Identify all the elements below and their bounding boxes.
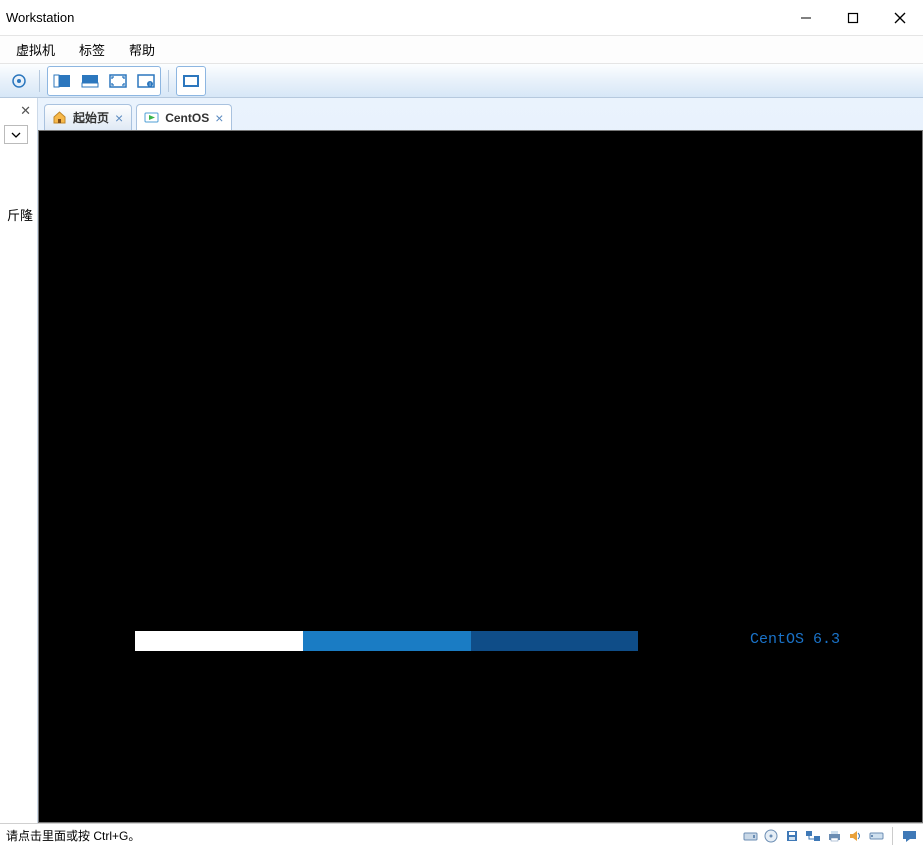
toolbar-separator [39,70,40,92]
sidebar-tree-item[interactable]: 斤隆 [2,150,35,224]
progress-segment-1 [135,631,303,651]
device-printer-icon[interactable] [826,828,842,844]
statusbar-hint: 请点击里面或按 Ctrl+G。 [6,827,140,844]
main-area: ✕ 斤隆 起始页 × CentOS × [0,98,923,823]
toolbar-view-group-2 [176,66,206,96]
statusbar-device-icons [742,827,917,845]
close-button[interactable] [876,0,923,36]
tab-home-close-icon[interactable]: × [115,111,123,125]
sidebar-header: ✕ [0,98,37,123]
toolbar-fullscreen-button[interactable] [105,68,131,94]
toolbar-show-console-button[interactable] [49,68,75,94]
content-area: 起始页 × CentOS × CentOS 6.3 [38,98,923,823]
vm-console[interactable]: CentOS 6.3 [38,130,923,823]
progress-segment-3 [471,631,639,651]
statusbar-separator [892,827,893,845]
toolbar-exclusive-button[interactable] [178,68,204,94]
toolbar-view-group: i [47,66,161,96]
titlebar: Workstation [0,0,923,36]
tab-vm-close-icon[interactable]: × [215,111,223,125]
tab-vm[interactable]: CentOS × [136,104,232,130]
tab-home[interactable]: 起始页 × [44,104,132,130]
os-boot-label: CentOS 6.3 [750,631,840,648]
minimize-button[interactable] [782,0,829,36]
maximize-button[interactable] [829,0,876,36]
sidebar-dropdown[interactable] [4,125,28,144]
device-harddisk-icon[interactable] [742,828,758,844]
menu-vm[interactable]: 虚拟机 [4,36,67,63]
menu-help[interactable]: 帮助 [117,36,167,63]
sidebar: ✕ 斤隆 [0,98,38,823]
device-floppy-icon[interactable] [784,828,800,844]
boot-progress-bar [135,631,639,651]
toolbar-show-thumbnail-button[interactable] [77,68,103,94]
vm-running-icon [143,110,159,126]
sidebar-body: 斤隆 [0,146,37,823]
menubar: 虚拟机 标签 帮助 [0,36,923,64]
device-sound-icon[interactable] [847,828,863,844]
window-controls [782,0,923,36]
sidebar-close-icon[interactable]: ✕ [20,103,31,119]
svg-text:i: i [149,82,150,88]
statusbar: 请点击里面或按 Ctrl+G。 [0,823,923,847]
progress-segment-2 [303,631,471,651]
chevron-down-icon [11,132,21,138]
tabstrip: 起始页 × CentOS × [38,98,923,130]
window-title: Workstation [6,10,74,25]
device-usb-icon[interactable] [868,828,884,844]
device-message-icon[interactable] [901,828,917,844]
tab-vm-label: CentOS [165,111,209,125]
menu-tabs[interactable]: 标签 [67,36,117,63]
device-cdrom-icon[interactable] [763,828,779,844]
toolbar: i [0,64,923,98]
device-network-icon[interactable] [805,828,821,844]
home-icon [51,110,67,126]
toolbar-separator [168,70,169,92]
tab-home-label: 起始页 [73,109,109,126]
toolbar-unity-button[interactable]: i [133,68,159,94]
toolbar-snapshot-button[interactable] [6,68,32,94]
